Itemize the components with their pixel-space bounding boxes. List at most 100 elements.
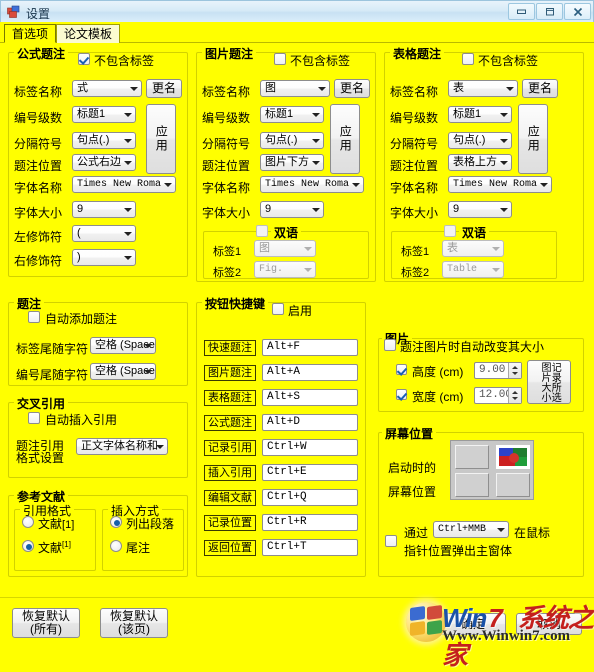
maximize-button[interactable] xyxy=(536,3,563,20)
picture-width-checkbox[interactable] xyxy=(396,389,407,400)
image-number-level-combo[interactable]: 标题1 xyxy=(260,106,324,123)
shortcut-key-7[interactable]: Ctrl+R xyxy=(262,514,358,531)
table-bilingual-label2-combo[interactable]: Table xyxy=(442,261,504,278)
screen-position-cell-top-left[interactable] xyxy=(455,445,489,469)
formula-label-name-combo[interactable]: 式 xyxy=(72,80,142,97)
screen-position-cell-top-right[interactable] xyxy=(496,445,530,469)
shortcut-key-8[interactable]: Ctrl+T xyxy=(262,539,358,556)
formula-no-label-checkbox[interactable] xyxy=(78,53,90,65)
formula-left-decorator-combo[interactable]: ( xyxy=(72,225,136,242)
screen-position-cell-bottom-left[interactable] xyxy=(455,473,489,497)
table-bilingual-label1-combo[interactable]: 表 xyxy=(442,240,504,257)
table-field-label-2: 分隔符号 xyxy=(390,137,439,151)
table-separator-combo[interactable]: 句点(.) xyxy=(448,132,512,149)
image-font-size-combo[interactable]: 9 xyxy=(260,201,324,218)
formula-number-level-value: 标题1 xyxy=(77,108,106,120)
table-position-combo[interactable]: 表格上方 xyxy=(448,154,512,171)
formula-apply-button[interactable]: 应用 xyxy=(146,104,176,174)
insert-method-option-0-label: 列出段落 xyxy=(126,517,175,531)
image-separator-combo[interactable]: 句点(.) xyxy=(260,132,324,149)
cite-format-option-0-radio[interactable] xyxy=(22,516,34,528)
table-field-label-5: 字体大小 xyxy=(390,206,439,220)
restore-default-all-line2: (所有) xyxy=(30,622,62,636)
group-cross-reference-title: 交叉引用 xyxy=(14,395,69,412)
image-position-value: 图片下方 xyxy=(265,156,309,168)
formula-number-level-combo[interactable]: 标题1 xyxy=(72,106,136,123)
formula-font-size-value: 9 xyxy=(77,203,84,215)
formula-right-decorator-combo[interactable]: ) xyxy=(72,249,136,266)
picture-height-spin-arrows[interactable] xyxy=(508,363,521,378)
screen-position-cell-bottom-right[interactable] xyxy=(496,473,530,497)
table-number-level-combo[interactable]: 标题1 xyxy=(448,106,512,123)
number-trailing-char-combo[interactable]: 空格 (Space xyxy=(90,363,156,380)
picture-auto-resize-checkbox[interactable] xyxy=(384,339,396,351)
shortcut-key-5[interactable]: Ctrl+E xyxy=(262,464,358,481)
image-rename-button[interactable]: 更名 xyxy=(334,79,370,98)
picture-width-spin-arrows[interactable] xyxy=(508,388,521,403)
insert-method-option-1-radio[interactable] xyxy=(110,540,122,552)
shortcut-key-0[interactable]: Alt+F xyxy=(262,339,358,356)
table-label-name-combo[interactable]: 表 xyxy=(448,80,518,97)
image-bilingual-checkbox[interactable] xyxy=(256,225,268,237)
shortcut-key-3[interactable]: Alt+D xyxy=(262,414,358,431)
tab-paper-template[interactable]: 论文模板 xyxy=(56,24,121,43)
image-apply-button[interactable]: 应用 xyxy=(330,104,360,174)
formula-separator-combo[interactable]: 句点(.) xyxy=(72,132,136,149)
minimize-button[interactable] xyxy=(508,3,535,20)
auto-add-caption-checkbox[interactable] xyxy=(28,311,40,323)
formula-right-decorator-value: ) xyxy=(77,251,81,263)
group-table-caption-title: 表格题注 xyxy=(390,45,445,62)
cancel-button[interactable]: 取消 xyxy=(516,613,582,635)
cite-format-option-1-radio[interactable] xyxy=(22,540,34,552)
picture-width-spinner[interactable]: 12.00 xyxy=(474,387,522,404)
shortcut-key-6[interactable]: Ctrl+Q xyxy=(262,489,358,506)
insert-method-option-0-radio[interactable] xyxy=(110,516,122,528)
shortcut-key-4[interactable]: Ctrl+W xyxy=(262,439,358,456)
picture-height-label: 高度 (cm) xyxy=(412,365,464,379)
close-button[interactable] xyxy=(564,3,591,20)
ok-button[interactable]: 确定 xyxy=(440,613,506,635)
popup-at-cursor-checkbox[interactable] xyxy=(385,535,397,547)
number-trailing-char-label: 编号尾随字符 xyxy=(16,368,89,382)
picture-height-value: 9.00 xyxy=(479,364,506,376)
picture-width-label: 宽度 (cm) xyxy=(412,390,464,404)
picture-record-size-button[interactable]: 记录所选图片大小 xyxy=(527,360,571,404)
popup-key-combo[interactable]: Ctrl+MMB xyxy=(433,521,509,538)
tab-preferences[interactable]: 首选项 xyxy=(4,24,57,43)
popup-key-value: Ctrl+MMB xyxy=(438,524,487,535)
restore-default-page-button[interactable]: 恢复默认 (该页) xyxy=(100,608,168,638)
formula-position-combo[interactable]: 公式右边 xyxy=(72,154,136,171)
table-no-label-checkbox[interactable] xyxy=(462,53,474,65)
table-bilingual-label1-caption: 标签1 xyxy=(401,246,430,258)
table-font-size-combo[interactable]: 9 xyxy=(448,201,512,218)
image-bilingual-label2-combo[interactable]: Fig. xyxy=(254,261,316,278)
auto-insert-citation-checkbox[interactable] xyxy=(28,412,40,424)
table-bilingual-checkbox[interactable] xyxy=(444,225,456,237)
image-font-name-combo[interactable]: Times New Roma xyxy=(260,176,364,193)
shortcut-key-2[interactable]: Alt+S xyxy=(262,389,358,406)
table-apply-button[interactable]: 应用 xyxy=(518,104,548,174)
picture-height-checkbox[interactable] xyxy=(396,364,407,375)
screen-position-selected-icon xyxy=(499,448,527,466)
table-font-name-combo[interactable]: Times New Roma xyxy=(448,176,552,193)
screen-position-label-line1: 启动时的 xyxy=(388,461,437,475)
formula-font-name-combo[interactable]: Times New Roma xyxy=(72,176,176,193)
shortcuts-enable-checkbox[interactable] xyxy=(272,303,284,315)
shortcut-name-3: 公式题注 xyxy=(204,415,256,431)
shortcut-name-2: 表格题注 xyxy=(204,390,256,406)
image-bilingual-label1-combo[interactable]: 图 xyxy=(254,240,316,257)
label-trailing-char-combo[interactable]: 空格 (Space xyxy=(90,337,156,354)
formula-rename-button[interactable]: 更名 xyxy=(146,79,182,98)
cite-format-option-1-label: 文献[1] xyxy=(38,540,71,555)
label-trailing-char-label: 标签尾随字符 xyxy=(16,342,89,356)
table-rename-button[interactable]: 更名 xyxy=(522,79,558,98)
image-label-name-combo[interactable]: 图 xyxy=(260,80,330,97)
citation-format-combo[interactable]: 正文字体名称和 xyxy=(76,438,168,455)
picture-height-spinner[interactable]: 9.00 xyxy=(474,362,522,379)
image-no-label-checkbox[interactable] xyxy=(274,53,286,65)
shortcut-name-5: 插入引用 xyxy=(204,465,256,481)
shortcut-key-1[interactable]: Alt+A xyxy=(262,364,358,381)
restore-default-all-button[interactable]: 恢复默认 (所有) xyxy=(12,608,80,638)
formula-font-size-combo[interactable]: 9 xyxy=(72,201,136,218)
image-position-combo[interactable]: 图片下方 xyxy=(260,154,324,171)
